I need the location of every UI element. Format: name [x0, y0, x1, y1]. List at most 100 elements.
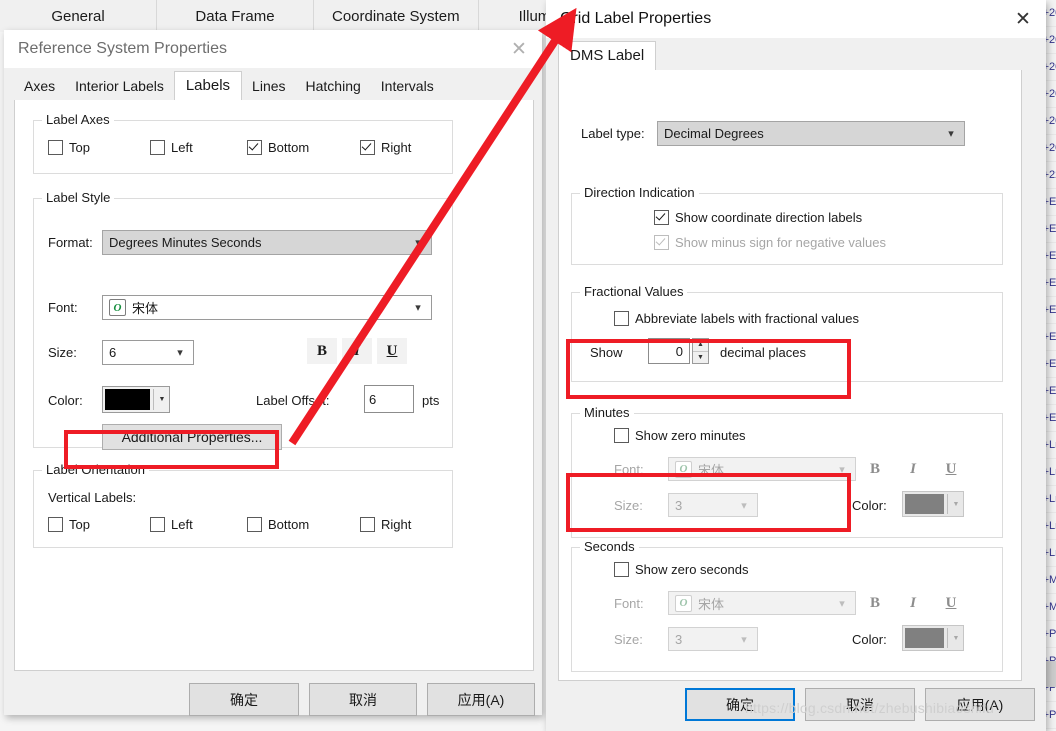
- checkbox-box: [614, 562, 629, 577]
- chevron-down-icon: ▾: [839, 463, 845, 476]
- seconds-size-label: Size:: [614, 632, 643, 647]
- direction-indication-group: Direction Indication Show coordinate dir…: [571, 185, 1003, 265]
- checkbox-show-zero-minutes[interactable]: Show zero minutes: [614, 428, 746, 443]
- tab-axes[interactable]: Axes: [14, 72, 66, 100]
- checkbox-show-zero-seconds[interactable]: Show zero seconds: [614, 562, 748, 577]
- tab-intervals[interactable]: Intervals: [370, 72, 444, 100]
- minutes-size-value: 3: [675, 497, 683, 513]
- stepper-up-icon[interactable]: ▲: [693, 339, 708, 352]
- swatch-divider: [153, 389, 154, 410]
- checkbox-box: [614, 428, 629, 443]
- right-dialog-titlebar[interactable]: Grid Label Properties ✕: [546, 0, 1046, 38]
- checkbox-vertical-bottom[interactable]: Bottom: [247, 517, 309, 532]
- chevron-down-icon: ▾: [948, 128, 954, 140]
- opentype-font-icon: O: [109, 299, 126, 316]
- labels-tab-page: Label Axes Top Left Bottom Right Label S…: [14, 100, 534, 671]
- seconds-color-label: Color:: [852, 632, 887, 647]
- checkbox-label: Show zero minutes: [635, 428, 746, 443]
- show-decimal-label: Show: [590, 345, 623, 360]
- label-offset-input[interactable]: 6: [364, 385, 414, 413]
- swatch-divider: [947, 628, 948, 648]
- chevron-down-icon: ▾: [741, 633, 747, 646]
- underline-button[interactable]: U: [377, 338, 407, 364]
- app-tab-general[interactable]: General: [0, 0, 157, 32]
- stepper-down-icon[interactable]: ▼: [693, 352, 708, 364]
- seconds-size-combobox: 3 ▾: [668, 627, 758, 651]
- direction-indication-legend: Direction Indication: [580, 185, 699, 200]
- additional-properties-button[interactable]: Additional Properties...: [102, 424, 282, 450]
- chevron-down-icon: ▼: [952, 634, 960, 642]
- seconds-size-value: 3: [675, 631, 683, 647]
- checkbox-label-axes-right[interactable]: Right: [360, 140, 411, 155]
- tab-labels[interactable]: Labels: [173, 71, 243, 101]
- swatch-divider: [947, 494, 948, 514]
- left-apply-button[interactable]: 应用(A): [427, 683, 535, 716]
- minutes-size-combobox: 3 ▾: [668, 493, 758, 517]
- checkbox-label: Left: [171, 517, 193, 532]
- left-ok-button[interactable]: 确定: [189, 683, 299, 716]
- checkbox-show-minus-sign: Show minus sign for negative values: [654, 235, 886, 250]
- checkbox-vertical-top[interactable]: Top: [48, 517, 90, 532]
- grid-label-properties-dialog: Grid Label Properties ✕ DMS Label Label …: [546, 0, 1046, 731]
- decimal-places-stepper[interactable]: ▲ ▼: [692, 338, 709, 364]
- left-dialog-close-icon[interactable]: ✕: [496, 30, 542, 68]
- checkbox-box: [150, 517, 165, 532]
- tab-hatching[interactable]: Hatching: [295, 72, 371, 100]
- chevron-down-icon: ▾: [177, 347, 183, 359]
- color-chip: [105, 389, 150, 410]
- checkbox-label: Show minus sign for negative values: [675, 235, 887, 250]
- tab-interior-labels[interactable]: Interior Labels: [65, 72, 174, 100]
- seconds-underline-button: U: [945, 594, 957, 611]
- minutes-bold-button: B: [869, 460, 880, 477]
- size-combobox[interactable]: 6 ▾: [102, 340, 194, 365]
- label-color-swatch[interactable]: ▼: [102, 386, 170, 413]
- color-chip: [905, 628, 944, 648]
- label-type-combobox[interactable]: Decimal Degrees ▾: [657, 121, 965, 146]
- left-dialog-titlebar[interactable]: Reference System Properties ✕: [4, 30, 542, 68]
- minutes-group: Minutes Show zero minutes Font: O 宋体 ▾ B…: [571, 405, 1003, 538]
- decimal-places-input[interactable]: 0: [648, 338, 690, 364]
- label-type-value: Decimal Degrees: [664, 126, 764, 141]
- format-combobox[interactable]: Degrees Minutes Seconds ▾: [102, 230, 432, 255]
- checkbox-vertical-left[interactable]: Left: [150, 517, 193, 532]
- seconds-italic-button: I: [910, 594, 916, 611]
- app-tab-data-frame[interactable]: Data Frame: [157, 0, 314, 32]
- opentype-font-icon: O: [675, 594, 692, 612]
- right-dialog-close-icon[interactable]: ✕: [1000, 0, 1046, 38]
- checkbox-label: Show zero seconds: [635, 562, 749, 577]
- left-cancel-button[interactable]: 取消: [309, 683, 417, 716]
- chevron-down-icon: ▾: [415, 237, 421, 249]
- seconds-legend: Seconds: [580, 539, 639, 554]
- checkbox-vertical-right[interactable]: Right: [360, 517, 411, 532]
- chevron-down-icon: ▼: [158, 396, 166, 403]
- font-value: 宋体: [132, 301, 159, 316]
- seconds-group: Seconds Show zero seconds Font: O 宋体 ▾ B…: [571, 539, 1003, 672]
- font-combobox[interactable]: O 宋体 ▾: [102, 295, 432, 320]
- checkbox-label: Abbreviate labels with fractional values: [635, 311, 860, 326]
- italic-button[interactable]: I: [342, 338, 372, 364]
- checkbox-show-coordinate-direction-labels[interactable]: Show coordinate direction labels: [654, 210, 862, 225]
- checkbox-label: Top: [69, 140, 90, 155]
- vertical-labels-label: Vertical Labels:: [48, 490, 137, 505]
- checkbox-box: [247, 140, 262, 155]
- tab-lines[interactable]: Lines: [242, 72, 296, 100]
- left-dialog-title: Reference System Properties: [18, 40, 227, 57]
- color-label: Color:: [48, 393, 83, 408]
- size-value: 6: [109, 345, 117, 360]
- tab-dms-label[interactable]: DMS Label: [558, 41, 657, 71]
- format-value: Degrees Minutes Seconds: [109, 235, 262, 250]
- checkbox-abbreviate-fractional-values[interactable]: Abbreviate labels with fractional values: [614, 311, 859, 326]
- checkbox-label-axes-top[interactable]: Top: [48, 140, 90, 155]
- app-tab-coordinate-system[interactable]: Coordinate System: [314, 0, 479, 32]
- size-label: Size:: [48, 345, 77, 360]
- bold-button[interactable]: B: [307, 338, 337, 364]
- format-label: Format:: [48, 235, 93, 250]
- fractional-values-legend: Fractional Values: [580, 284, 688, 299]
- checkbox-label: Bottom: [268, 517, 310, 532]
- minutes-legend: Minutes: [580, 405, 634, 420]
- checkbox-label-axes-bottom[interactable]: Bottom: [247, 140, 309, 155]
- checkbox-label-axes-left[interactable]: Left: [150, 140, 193, 155]
- right-dialog-title: Grid Label Properties: [560, 10, 712, 27]
- watermark-text: https://blog.csdn.net/zhebushibiaoshifu: [745, 700, 995, 716]
- seconds-font-combobox: O 宋体 ▾: [668, 591, 856, 615]
